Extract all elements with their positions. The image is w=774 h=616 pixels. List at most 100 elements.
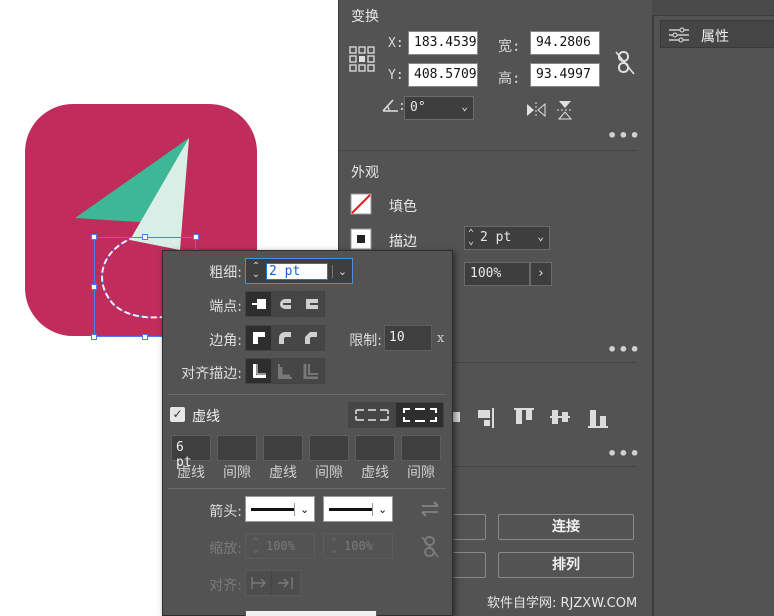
dash-style-segmented	[348, 402, 444, 428]
resize-handle[interactable]	[91, 334, 97, 340]
height-field[interactable]: 93.4997	[530, 63, 600, 87]
arrowhead-label: 箭头:	[209, 504, 242, 520]
corner-label: 边角:	[209, 333, 242, 349]
stroke-swatch-icon[interactable]	[350, 228, 372, 250]
align-stroke-label: 对齐描边:	[181, 366, 242, 382]
dash-caption: 虚线	[361, 465, 389, 481]
align-icons-row[interactable]	[452, 406, 622, 432]
stroke-weight-field[interactable]: ⌃ ⌄ 2 pt ⌄	[464, 226, 550, 250]
reference-point-icon[interactable]	[349, 46, 375, 72]
properties-tab-label: 属性	[701, 29, 729, 45]
scale-label: 缩放:	[209, 541, 242, 557]
align-inside-icon[interactable]	[272, 359, 298, 383]
start-scale-field[interactable]: ⌃ ⌄ 100%	[245, 533, 315, 559]
preserve-dash-icon[interactable]	[349, 403, 396, 427]
gap-caption: 间隙	[315, 465, 343, 481]
align-dash-corners-icon[interactable]	[396, 403, 443, 427]
chevron-down-icon[interactable]: ⌄	[332, 264, 352, 278]
more-options-icon[interactable]: •••	[607, 444, 641, 463]
gap-field-2[interactable]	[309, 435, 349, 461]
resize-handle[interactable]	[142, 234, 148, 240]
extend-arrow-tip-icon[interactable]	[246, 571, 272, 595]
dock-header	[652, 0, 774, 16]
y-field[interactable]: 408.5709	[408, 63, 478, 87]
align-outside-icon[interactable]	[298, 359, 324, 383]
popup-divider	[168, 488, 446, 489]
flip-horizontal-icon[interactable]	[526, 101, 546, 119]
line-preview	[251, 507, 295, 511]
constrain-proportions-icon[interactable]	[614, 50, 636, 76]
resize-handle[interactable]	[91, 284, 97, 290]
arrow-align-segmented	[245, 570, 301, 596]
limit-field[interactable]: 10	[384, 325, 432, 351]
resize-handle[interactable]	[142, 334, 148, 340]
gap-field-1[interactable]	[217, 435, 257, 461]
limit-label: 限制:	[349, 333, 382, 349]
dashed-line-checkbox[interactable]: ✓	[170, 407, 185, 422]
watermark-text: 软件自学网: RJZXW.COM	[487, 596, 638, 611]
resize-handle[interactable]	[91, 234, 97, 240]
resize-handle[interactable]	[193, 234, 199, 240]
x-field[interactable]: 183.4539	[408, 31, 478, 55]
end-scale-value: 100%	[344, 539, 373, 553]
miter-join-icon[interactable]	[246, 326, 272, 350]
gap-field-3[interactable]	[401, 435, 441, 461]
weight-value[interactable]: 2 pt	[266, 262, 328, 280]
end-scale-field[interactable]: ⌃ ⌄ 100%	[323, 533, 393, 559]
projecting-cap-icon[interactable]	[298, 292, 324, 316]
flip-vertical-icon[interactable]	[556, 100, 574, 120]
angle-field[interactable]: 0° ⌄	[404, 96, 474, 120]
y-label: Y:	[388, 68, 404, 83]
angle-value: 0°	[410, 100, 426, 115]
height-label: 高:	[498, 71, 521, 87]
weight-label: 粗细:	[209, 265, 242, 281]
chevron-down-icon[interactable]: ⌄	[461, 100, 468, 116]
more-options-icon[interactable]: •••	[607, 340, 641, 359]
stepper-icon[interactable]: ⌃ ⌄	[246, 262, 266, 280]
start-arrowhead-select[interactable]: ⌄	[245, 496, 315, 522]
end-arrowhead-select[interactable]: ⌄	[323, 496, 393, 522]
chevron-right-icon[interactable]: ›	[530, 262, 552, 286]
dashed-line-label: 虚线	[192, 409, 220, 425]
dash-caption: 虚线	[269, 465, 297, 481]
chevron-down-icon[interactable]: ⌄	[537, 230, 544, 246]
butt-cap-icon[interactable]	[246, 292, 272, 316]
round-cap-icon[interactable]	[272, 292, 298, 316]
align-stroke-segmented	[245, 358, 325, 384]
fill-none-swatch-icon[interactable]	[350, 193, 372, 215]
more-options-icon[interactable]: •••	[607, 126, 641, 145]
right-dock	[652, 0, 774, 616]
place-arrow-tip-icon[interactable]	[272, 571, 298, 595]
arrange-button[interactable]: 排列	[498, 552, 634, 578]
gap-caption: 间隙	[407, 465, 435, 481]
width-field[interactable]: 94.2806	[530, 31, 600, 55]
cap-label: 端点:	[209, 299, 242, 315]
weight-field[interactable]: ⌃ ⌄ 2 pt ⌄	[245, 258, 353, 284]
chevron-down-icon[interactable]: ⌄	[372, 502, 392, 516]
arrow-align-label: 对齐:	[209, 578, 242, 594]
opacity-field[interactable]: 100%	[464, 262, 530, 286]
dash-field-3[interactable]	[355, 435, 395, 461]
cap-segmented	[245, 291, 325, 317]
dash-field-2[interactable]	[263, 435, 303, 461]
stroke-weight-value: 2 pt	[480, 230, 512, 245]
dash-field-1[interactable]: 6 pt	[171, 435, 211, 470]
profile-select[interactable]	[245, 610, 377, 616]
appearance-section-title: 外观	[351, 165, 379, 181]
stepper-icon[interactable]: ⌃ ⌄	[324, 538, 344, 555]
chevron-down-icon[interactable]: ⌄	[294, 502, 314, 516]
width-label: 宽:	[498, 39, 521, 55]
gap-caption: 间隙	[223, 465, 251, 481]
properties-tab[interactable]: 属性	[660, 20, 774, 48]
link-scale-icon[interactable]	[420, 535, 440, 559]
corner-segmented	[245, 325, 325, 351]
bevel-join-icon[interactable]	[298, 326, 324, 350]
popup-divider	[168, 394, 446, 395]
align-center-icon[interactable]	[246, 359, 272, 383]
swap-arrows-icon[interactable]	[420, 501, 440, 517]
round-join-icon[interactable]	[272, 326, 298, 350]
stepper-icon[interactable]: ⌃ ⌄	[246, 538, 266, 555]
stroke-label-link[interactable]: 描边	[389, 231, 417, 252]
connect-button[interactable]: 连接	[498, 514, 634, 540]
line-preview	[329, 507, 373, 511]
